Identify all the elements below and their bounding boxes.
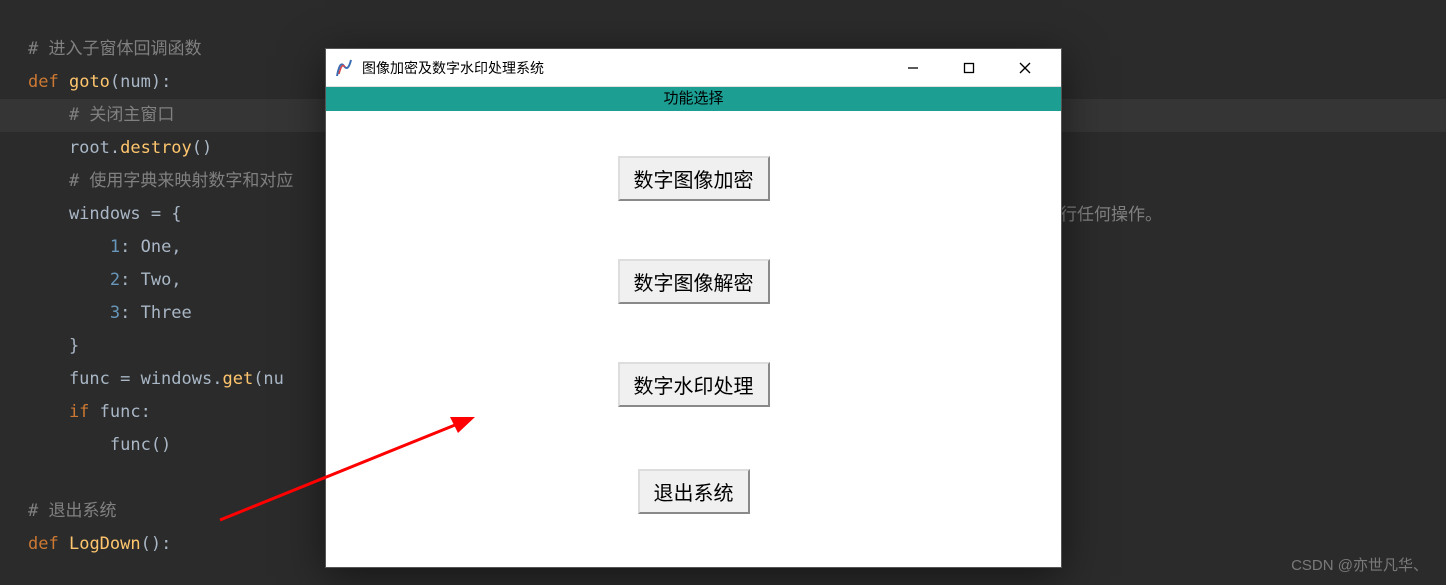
keyword-if: if — [28, 402, 89, 422]
keyword-def: def — [28, 72, 59, 92]
minimize-button[interactable] — [885, 51, 941, 85]
brace: } — [28, 336, 79, 356]
parens: () — [192, 138, 212, 158]
number: 1 — [28, 237, 120, 257]
identifier: func() — [28, 435, 171, 455]
comment: # 进入子窗体回调函数 — [28, 39, 201, 59]
watermark-button[interactable]: 数字水印处理 — [618, 362, 770, 407]
banner-label: 功能选择 — [326, 87, 1061, 111]
parens: (nu — [253, 369, 284, 389]
number: 2 — [28, 270, 120, 290]
identifier: windows = { — [28, 204, 182, 224]
window-body: 数字图像加密 数字图像解密 数字水印处理 退出系统 — [326, 111, 1061, 514]
text: : Three — [120, 303, 192, 323]
identifier: root. — [28, 138, 120, 158]
parens: (): — [141, 534, 172, 554]
titlebar[interactable]: 图像加密及数字水印处理系统 — [326, 49, 1061, 87]
keyword-def: def — [28, 534, 59, 554]
close-button[interactable] — [997, 51, 1053, 85]
csdn-watermark: CSDN @亦世凡华、 — [1291, 554, 1428, 575]
encrypt-button[interactable]: 数字图像加密 — [618, 156, 770, 201]
tkinter-icon — [334, 58, 354, 78]
partial-comment-text: 行任何操作。 — [1060, 200, 1162, 225]
func-name: LogDown — [69, 534, 141, 554]
params: (num): — [110, 72, 171, 92]
comment: # 使用字典来映射数字和对应 — [28, 171, 293, 191]
decrypt-button[interactable]: 数字图像解密 — [618, 259, 770, 304]
exit-button[interactable]: 退出系统 — [638, 469, 750, 514]
window-title: 图像加密及数字水印处理系统 — [362, 58, 885, 78]
tkinter-window: 图像加密及数字水印处理系统 功能选择 数字图像加密 数字图像解密 数字水印处理 … — [325, 48, 1062, 568]
func-name: goto — [69, 72, 110, 92]
window-controls — [885, 51, 1053, 85]
code-line — [0, 0, 1446, 33]
text: : Two, — [120, 270, 181, 290]
comment: # 退出系统 — [28, 501, 116, 521]
text: : One, — [120, 237, 181, 257]
method: destroy — [120, 138, 192, 158]
identifier: func = windows. — [28, 369, 222, 389]
text: func: — [89, 402, 150, 422]
method: get — [222, 369, 253, 389]
maximize-button[interactable] — [941, 51, 997, 85]
comment: # 关闭主窗口 — [28, 105, 174, 125]
number: 3 — [28, 303, 120, 323]
